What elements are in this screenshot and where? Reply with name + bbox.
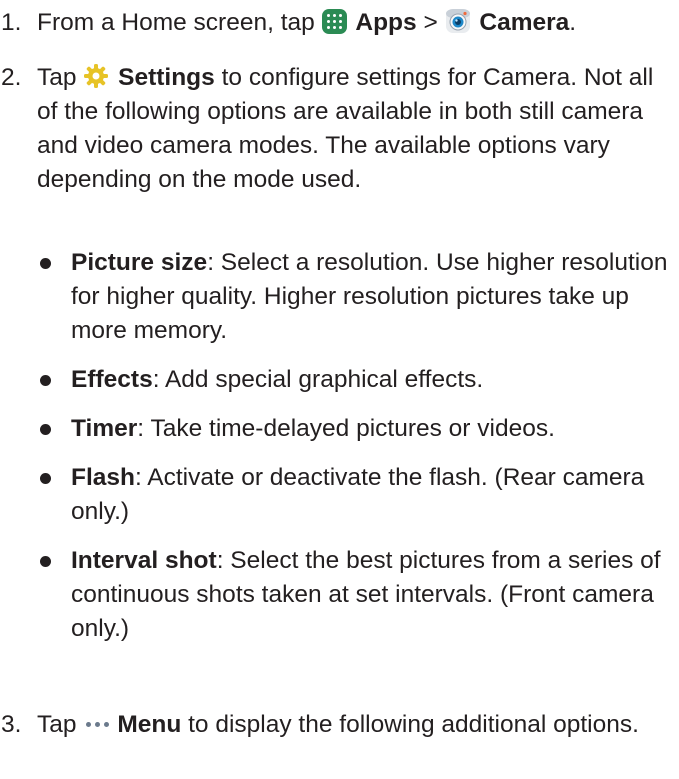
settings-option-list: Picture size: Select a resolution. Use h… (37, 246, 677, 661)
step-3: 3. Tap Menu to display the following add… (0, 708, 679, 742)
step-text: Tap Menu to display the following additi… (37, 711, 639, 738)
bullet-dot (40, 258, 51, 269)
gear-icon (83, 63, 109, 89)
bullet-dot (40, 473, 51, 484)
step-number: 3. (1, 711, 22, 738)
camera-icon (445, 8, 471, 34)
list-item: Picture size: Select a resolution. Use h… (37, 246, 677, 348)
settings-label: Settings (118, 64, 215, 91)
bullet-dot (40, 556, 51, 567)
bullet-dot (40, 375, 51, 386)
more-dots-icon (83, 719, 115, 729)
menu-label: Menu (117, 711, 182, 738)
list-item: Interval shot: Select the best pictures … (37, 544, 677, 646)
apps-label: Apps (355, 9, 417, 36)
step-number: 2. (1, 64, 22, 91)
step-number: 1. (1, 9, 22, 36)
camera-label: Camera (479, 9, 570, 36)
list-item: Flash: Activate or deactivate the flash.… (37, 461, 677, 529)
list-item: Timer: Take time-delayed pictures or vid… (37, 412, 677, 446)
apps-grid-icon (321, 9, 347, 34)
step-2: 2. Tap Settings to configure settings fo… (0, 61, 679, 197)
step-1: 1. From a Home screen, tap Apps > Camera… (0, 6, 679, 40)
step-text: From a Home screen, tap Apps > Camera. (37, 8, 577, 36)
step-text: Tap Settings to configure settings for C… (37, 63, 654, 193)
list-item: Effects: Add special graphical effects. (37, 363, 677, 397)
bullet-dot (40, 424, 51, 435)
